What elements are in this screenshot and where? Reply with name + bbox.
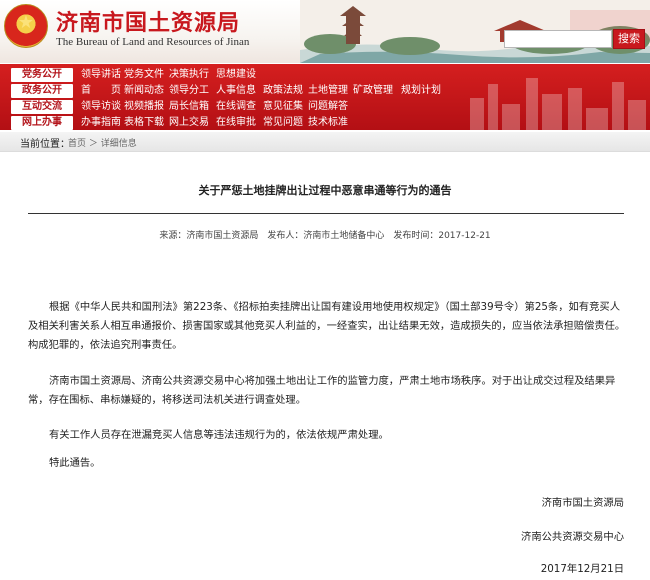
site-subtitle: The Bureau of Land and Resources of Jina…	[56, 36, 250, 48]
breadcrumb-label: 当前位置：	[20, 139, 70, 150]
nav-link[interactable]: 人事信息	[216, 84, 256, 97]
nav-row-interaction: 互动交流 领导访谈 视频播报 局长信箱 在线调查 意见征集 问题解答	[0, 99, 460, 114]
nav-link[interactable]: 领导访谈	[81, 100, 121, 113]
nav-link[interactable]: 规划计划	[401, 84, 441, 97]
skyline-decoration	[470, 78, 646, 130]
article-paragraph: 济南市国土资源局、济南公共资源交易中心将加强土地出让工作的监管力度，严肃土地市场…	[28, 375, 616, 406]
nav-section-label[interactable]: 政务公开	[11, 83, 73, 98]
article-paragraph: 特此通告。	[49, 457, 101, 469]
article-title: 关于严惩土地挂牌出让过程中恶意串通等行为的通告	[198, 184, 452, 197]
breadcrumb: 当前位置： 首页 ＞ 详细信息	[0, 132, 650, 152]
nav-row-party: 党务公开 领导讲话 党务文件 决策执行 思想建设	[0, 67, 460, 82]
nav-link[interactable]: 问题解答	[308, 100, 348, 113]
nav-link[interactable]: 领导讲话	[81, 68, 121, 81]
nav-section-label[interactable]: 网上办事	[11, 115, 73, 130]
nav-link[interactable]: 矿政管理	[353, 84, 393, 97]
nav-link[interactable]: 在线调查	[216, 100, 256, 113]
nav-row-government: 政务公开 首 页 新闻动态 领导分工 人事信息 政策法规 土地管理 矿政管理 规…	[0, 83, 460, 98]
nav-row-online-service: 网上办事 办事指南 表格下载 网上交易 在线审批 常见问题 技术标准	[0, 115, 460, 130]
main-navigation: 党务公开 领导讲话 党务文件 决策执行 思想建设 政务公开 首 页 新闻动态 领…	[0, 64, 650, 130]
article-paragraph: 有关工作人员存在泄漏竞买人信息等违法违规行为的，依法依规严肃处理。	[49, 429, 389, 441]
nav-link[interactable]: 视频播报	[124, 100, 164, 113]
signature-date: 2017年12月21日	[540, 563, 624, 575]
nav-link[interactable]: 在线审批	[216, 116, 256, 129]
nav-link[interactable]: 党务文件	[124, 68, 164, 81]
site-header: 济南市国土资源局 The Bureau of Land and Resource…	[0, 0, 650, 63]
nav-link[interactable]: 新闻动态	[124, 84, 164, 97]
nav-section-label[interactable]: 党务公开	[11, 67, 73, 82]
nav-link[interactable]: 领导分工	[169, 84, 209, 97]
nav-link[interactable]: 办事指南	[81, 116, 121, 129]
nav-link[interactable]: 思想建设	[216, 68, 256, 81]
nav-link[interactable]: 网上交易	[169, 116, 209, 129]
breadcrumb-trail[interactable]: 首页 ＞ 详细信息	[68, 136, 137, 149]
search-button[interactable]: 搜索	[613, 29, 645, 49]
search-input[interactable]	[504, 30, 612, 48]
article-paragraph: 根据《中华人民共和国刑法》第223条、《招标拍卖挂牌出让国有建设用地使用权规定》…	[28, 301, 626, 351]
nav-link[interactable]: 意见征集	[263, 100, 303, 113]
article-meta: 来源：济南市国土资源局 发布人：济南市土地储备中心 发布时间：2017-12-2…	[159, 231, 491, 241]
nav-link[interactable]: 决策执行	[169, 68, 209, 81]
nav-link[interactable]: 技术标准	[308, 116, 348, 129]
site-title[interactable]: 济南市国土资源局	[56, 5, 240, 37]
nav-link[interactable]: 局长信箱	[169, 100, 209, 113]
nav-link-home[interactable]: 首 页	[81, 84, 121, 97]
nav-link[interactable]: 政策法规	[263, 84, 303, 97]
nav-section-label[interactable]: 互动交流	[11, 99, 73, 114]
title-divider	[28, 213, 624, 214]
national-emblem-icon	[4, 4, 48, 48]
nav-link[interactable]: 表格下载	[124, 116, 164, 129]
signature-issuer: 济南市国土资源局	[541, 497, 624, 509]
signature-issuer: 济南公共资源交易中心	[521, 531, 624, 543]
nav-link[interactable]: 土地管理	[308, 84, 348, 97]
nav-link[interactable]: 常见问题	[263, 116, 303, 129]
